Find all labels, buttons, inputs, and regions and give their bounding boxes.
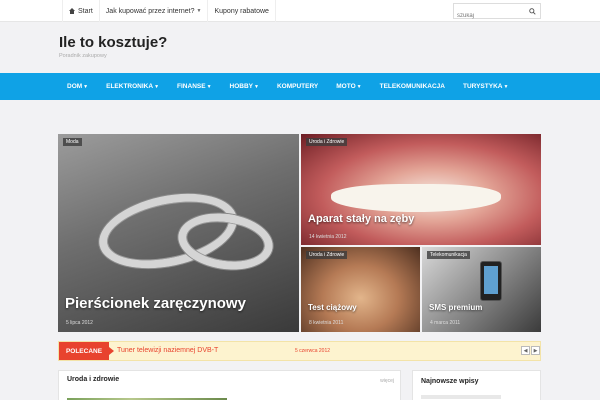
nav-item-label: FINANSE	[177, 83, 206, 90]
featured-main-post[interactable]: Moda Pierścionek zaręczynowy 5 lipca 201…	[58, 134, 299, 332]
recommended-date: 5 czerwca 2012	[295, 348, 331, 354]
next-arrow-button[interactable]: ▶	[531, 346, 540, 355]
top-nav-coupons-label: Kupony rabatowe	[214, 7, 269, 15]
chevron-down-icon: ▼	[196, 8, 202, 14]
nav-item-label: TELEKOMUNIKACJA	[379, 83, 445, 90]
chevron-down-icon: ▼	[206, 83, 212, 90]
chevron-down-icon: ▼	[154, 83, 160, 90]
latest-post-item[interactable]	[421, 395, 501, 399]
nav-item-hobby[interactable]: HOBBY ▼	[221, 73, 268, 100]
chevron-right-icon: ▶	[533, 347, 538, 354]
home-icon	[69, 8, 75, 14]
search-icon	[528, 7, 536, 15]
featured-post-sms-premium[interactable]: Telekomunikacja SMS premium 4 marca 2011	[422, 247, 541, 332]
featured-post-braces[interactable]: Uroda i Zdrowie Aparat stały na zęby 14 …	[301, 134, 541, 245]
featured-post-pregnancy-test[interactable]: Uroda i Zdrowie Test ciążowy 8 kwietnia …	[301, 247, 420, 332]
prev-arrow-button[interactable]: ◀	[521, 346, 530, 355]
nav-item-dom[interactable]: DOM ▼	[58, 73, 97, 100]
nav-item-label: ELEKTRONIKA	[106, 83, 154, 90]
post-date: 5 lipca 2012	[66, 320, 93, 326]
top-nav: Start Jak kupować przez internet? ▼ Kupo…	[62, 0, 276, 22]
recommended-link[interactable]: Tuner telewizji naziemnej DVB-T	[117, 347, 218, 354]
nav-item-label: TURYSTYKA	[462, 83, 503, 90]
nav-item-elektronika[interactable]: ELEKTRONIKA ▼	[97, 73, 168, 100]
nav-item-telekomunikacja[interactable]: TELEKOMUNIKACJA	[371, 73, 454, 100]
nav-item-finanse[interactable]: FINANSE ▼	[168, 73, 220, 100]
search-input[interactable]	[454, 9, 524, 23]
search-box	[453, 3, 541, 23]
post-date: 8 kwietnia 2011	[309, 320, 344, 326]
site-tagline: Poradnik zakupowy	[59, 53, 107, 59]
post-title[interactable]: Test ciążowy	[308, 303, 357, 312]
chevron-down-icon: ▼	[356, 83, 362, 90]
site-title[interactable]: Ile to kosztuje?	[59, 34, 167, 51]
section-latest-posts: Najnowsze wpisy	[412, 370, 541, 400]
post-date: 14 kwietnia 2012	[309, 234, 347, 240]
nav-item-komputery[interactable]: KOMPUTERY	[268, 73, 327, 100]
post-title[interactable]: Aparat stały na zęby	[308, 213, 414, 225]
chevron-down-icon: ▼	[503, 83, 509, 90]
top-nav-start[interactable]: Start	[62, 0, 100, 22]
category-badge[interactable]: Moda	[63, 138, 82, 146]
post-title[interactable]: Pierścionek zaręczynowy	[65, 295, 246, 312]
recommended-bar: POLECANE Tuner telewizji naziemnej DVB-T…	[58, 341, 541, 361]
category-badge[interactable]: Telekomunikacja	[427, 251, 470, 259]
nav-item-moto[interactable]: MOTO ▼	[327, 73, 370, 100]
more-link[interactable]: więcej	[380, 378, 394, 384]
nav-item-label: KOMPUTERY	[276, 83, 319, 90]
post-title[interactable]: SMS premium	[429, 303, 482, 312]
search-button[interactable]	[524, 4, 540, 18]
section-health: Uroda i zdrowie więcej	[58, 370, 401, 400]
section-title: Najnowsze wpisy	[421, 378, 479, 385]
top-nav-how-to-buy-label: Jak kupować przez internet?	[105, 7, 195, 15]
section-title[interactable]: Uroda i zdrowie	[67, 376, 119, 383]
chevron-down-icon: ▼	[83, 83, 89, 90]
teeth-image	[331, 184, 501, 212]
category-badge[interactable]: Uroda i Zdrowie	[306, 251, 348, 259]
top-nav-how-to-buy[interactable]: Jak kupować przez internet? ▼	[100, 0, 209, 22]
nav-item-label: DOM	[67, 83, 83, 90]
top-nav-coupons[interactable]: Kupony rabatowe	[208, 0, 276, 22]
main-nav: DOM ▼ ELEKTRONIKA ▼ FINANSE ▼ HOBBY ▼ KOMPUT…	[0, 73, 600, 100]
nav-item-label: HOBBY	[229, 83, 253, 90]
chevron-left-icon: ◀	[523, 347, 528, 354]
post-date: 4 marca 2011	[430, 320, 461, 326]
nav-item-label: MOTO	[336, 83, 356, 90]
nav-item-turystyka[interactable]: TURYSTYKA ▼	[454, 73, 517, 100]
recommended-label: POLECANE	[59, 342, 114, 360]
category-badge[interactable]: Uroda i Zdrowie	[306, 138, 348, 146]
phone-image	[480, 261, 502, 301]
top-nav-start-label: Start	[78, 7, 93, 15]
chevron-down-icon: ▼	[254, 83, 259, 90]
top-bar: Start Jak kupować przez internet? ▼ Kupo…	[0, 0, 600, 23]
